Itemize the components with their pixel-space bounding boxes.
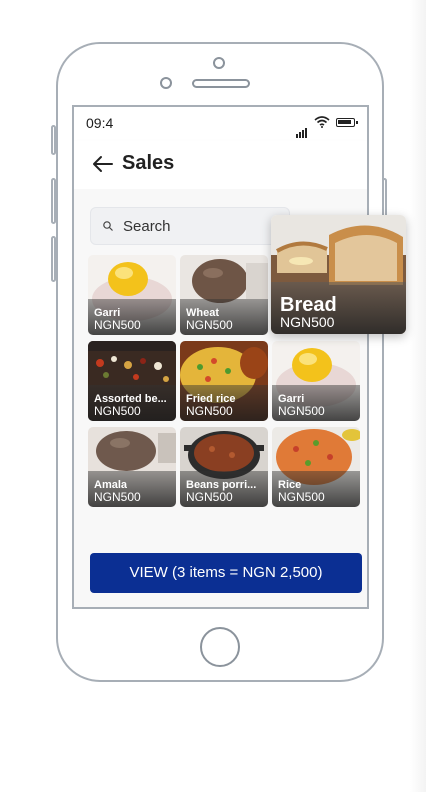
product-price: NGN500 (278, 404, 325, 418)
phone-volume-up-button (51, 178, 56, 224)
app-screen: 09:4 Sales Search Garri NGN500 Wheat NGN… (72, 105, 369, 609)
dragging-product-card[interactable]: Bread NGN500 (271, 215, 406, 334)
product-tile[interactable]: Fried rice NGN500 (180, 341, 268, 421)
status-bar: 09:4 (74, 107, 367, 141)
signal-icon (296, 120, 308, 138)
phone-side-button (51, 125, 56, 155)
page-title: Sales (122, 152, 175, 174)
side-shade (410, 0, 426, 792)
phone-sensor (160, 77, 172, 89)
search-icon (103, 221, 113, 231)
product-tile[interactable]: Garri NGN500 (88, 255, 176, 335)
product-price: NGN500 (94, 404, 141, 418)
phone-home-button[interactable] (200, 627, 240, 667)
phone-volume-down-button (51, 236, 56, 282)
product-price: NGN500 (280, 314, 335, 330)
product-tile[interactable]: Assorted be... NGN500 (88, 341, 176, 421)
back-arrow-icon[interactable] (92, 155, 114, 173)
phone-speaker (192, 79, 250, 88)
product-tile[interactable]: Rice NGN500 (272, 427, 360, 507)
product-price: NGN500 (186, 404, 233, 418)
product-price: NGN500 (186, 318, 233, 332)
header-bar: Sales (74, 141, 367, 189)
phone-camera (213, 57, 225, 69)
product-price: NGN500 (186, 490, 233, 504)
search-input[interactable]: Search (90, 207, 290, 245)
product-tile[interactable]: Garri NGN500 (272, 341, 360, 421)
wifi-icon (314, 116, 330, 128)
product-price: NGN500 (94, 318, 141, 332)
search-placeholder: Search (123, 218, 171, 235)
product-price: NGN500 (94, 490, 141, 504)
product-price: NGN500 (278, 490, 325, 504)
product-tile[interactable]: Beans porri... NGN500 (180, 427, 268, 507)
status-time: 09:4 (86, 115, 114, 131)
view-cart-button[interactable]: VIEW (3 items = NGN 2,500) (90, 553, 362, 593)
product-tile[interactable]: Amala NGN500 (88, 427, 176, 507)
product-tile[interactable]: Wheat NGN500 (180, 255, 268, 335)
battery-icon (336, 118, 358, 127)
